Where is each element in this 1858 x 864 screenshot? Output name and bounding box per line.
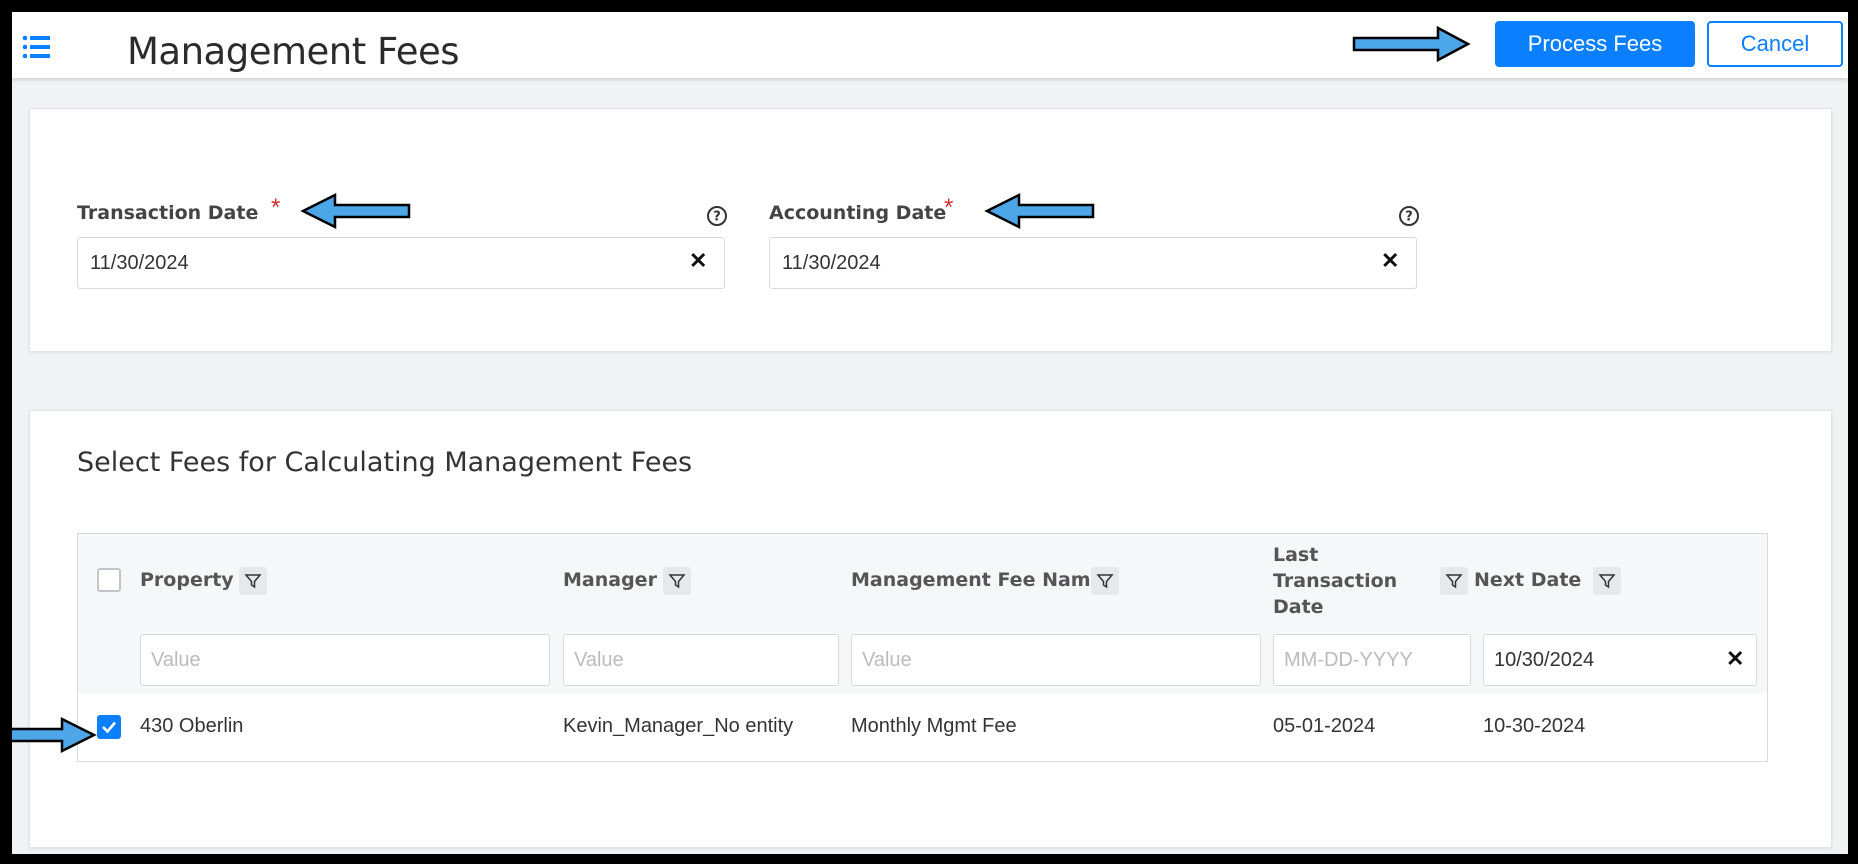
fees-card: Select Fees for Calculating Management F… [29, 410, 1832, 848]
table-header: Property Manager Management Fee Name Las… [78, 534, 1767, 627]
manager-cell: Kevin_Manager_No entity [563, 715, 794, 737]
annotation-arrow-icon [984, 192, 1095, 230]
fees-table: Property Manager Management Fee Name Las… [77, 533, 1768, 762]
last-date-filter-input[interactable]: MM-DD-YYYY [1273, 634, 1471, 686]
transaction-date-value: 11/30/2024 [90, 251, 189, 274]
fees-section-title: Select Fees for Calculating Management F… [77, 447, 693, 478]
required-marker: * [944, 194, 954, 221]
last-date-cell: 05-01-2024 [1273, 715, 1376, 737]
annotation-arrow-icon [12, 716, 97, 754]
column-header-property: Property [140, 569, 234, 591]
table-row[interactable]: 430 Oberlin Kevin_Manager_No entity Mont… [78, 693, 1767, 761]
table-filter-row: Value Value Value MM-DD-YYYY 10/30/2024 … [78, 626, 1767, 694]
funnel-filter-icon[interactable] [663, 567, 691, 595]
accounting-date-label: Accounting Date [769, 202, 947, 224]
select-all-checkbox[interactable] [97, 568, 121, 592]
funnel-filter-icon[interactable] [239, 567, 267, 595]
next-date-cell: 10-30-2024 [1483, 715, 1586, 737]
close-icon[interactable]: ✕ [1726, 646, 1744, 672]
question-circle-icon[interactable]: ? [1398, 205, 1420, 227]
page-title: Management Fees [127, 30, 460, 73]
close-icon[interactable]: ✕ [1381, 248, 1399, 274]
svg-text:?: ? [713, 210, 721, 225]
property-filter-input[interactable]: Value [140, 634, 550, 686]
column-header-fee-name: Management Fee Name [851, 569, 1104, 591]
list-menu-icon[interactable] [22, 34, 52, 60]
top-bar: Management Fees Process Fees Cancel [12, 12, 1848, 78]
annotation-arrow-icon [300, 192, 411, 230]
question-circle-icon[interactable]: ? [706, 205, 728, 227]
app-window: Management Fees Process Fees Cancel Tran… [12, 12, 1848, 854]
checkmark-icon [102, 721, 116, 734]
column-header-last-transaction-date: Last Transaction Date [1273, 544, 1398, 618]
cancel-button[interactable]: Cancel [1707, 21, 1843, 67]
next-date-filter-value: 10/30/2024 [1494, 648, 1595, 671]
transaction-date-label: Transaction Date [77, 202, 259, 224]
fee-name-cell: Monthly Mgmt Fee [851, 715, 1017, 737]
column-header-manager: Manager [563, 569, 657, 591]
manager-filter-input[interactable]: Value [563, 634, 839, 686]
accounting-date-input[interactable]: 11/30/2024 [769, 237, 1417, 289]
accounting-date-value: 11/30/2024 [782, 251, 881, 274]
annotation-arrow-icon [1352, 25, 1471, 63]
next-date-filter-input[interactable]: 10/30/2024 [1483, 634, 1757, 686]
process-fees-button[interactable]: Process Fees [1495, 21, 1695, 67]
transaction-date-input[interactable]: 11/30/2024 [77, 237, 725, 289]
dates-card: Transaction Date * ? 11/30/2024 ✕ Accoun… [29, 108, 1832, 352]
fee-name-filter-input[interactable]: Value [851, 634, 1261, 686]
close-icon[interactable]: ✕ [689, 248, 707, 274]
property-cell: 430 Oberlin [140, 715, 244, 737]
funnel-filter-icon[interactable] [1091, 567, 1119, 595]
required-marker: * [271, 194, 281, 221]
funnel-filter-icon[interactable] [1593, 567, 1621, 595]
row-checkbox[interactable] [97, 715, 121, 739]
funnel-filter-icon[interactable] [1440, 567, 1468, 595]
column-header-next-date: Next Date [1474, 569, 1582, 591]
svg-text:?: ? [1405, 210, 1413, 225]
